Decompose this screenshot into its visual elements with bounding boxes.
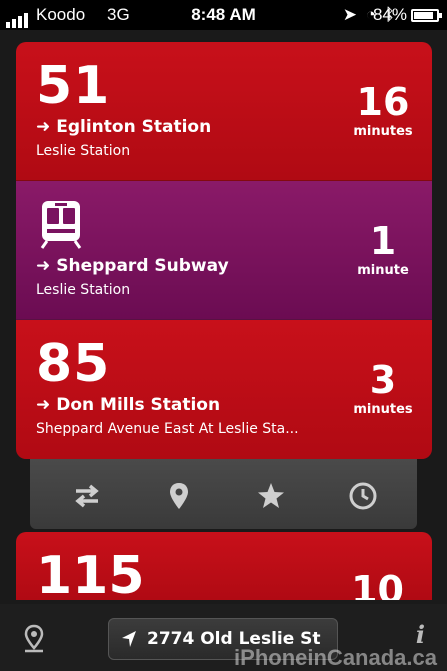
clock-icon[interactable] [348, 481, 378, 511]
route-number: 85 [36, 334, 111, 394]
eta: 16 minutes [348, 80, 418, 139]
location-arrow-icon: ➤ [342, 5, 358, 24]
prediction-card-subway[interactable]: ➜ Sheppard Subway Leslie Station 1 minute [16, 181, 432, 320]
map-pin-icon[interactable] [164, 481, 194, 511]
destination: ➜ Eglinton Station [36, 117, 211, 137]
destination-label: Sheppard Subway [56, 256, 229, 276]
prediction-list: 51 ➜ Eglinton Station Leslie Station 16 m… [16, 42, 432, 459]
location-arrow-icon [122, 631, 136, 647]
route-number: 51 [36, 56, 111, 116]
eta-value: 1 [369, 219, 397, 263]
arrow-right-icon: ➜ [36, 395, 51, 415]
stop-name: Leslie Station [36, 143, 131, 159]
destination-label: Eglinton Station [56, 117, 212, 137]
card-toolbar [30, 459, 417, 529]
eta-unit: minutes [353, 402, 413, 417]
subway-train-icon [40, 201, 82, 249]
eta: 1 minute [348, 219, 418, 278]
eta-value: 10 [351, 568, 404, 600]
star-icon[interactable] [256, 481, 286, 511]
eta-value: 16 [356, 80, 410, 124]
battery-percent: 84% [372, 5, 407, 24]
prediction-card-85[interactable]: 85 ➜ Don Mills Station Sheppard Avenue Ea… [16, 320, 432, 459]
eta-unit: minute [357, 263, 409, 278]
prediction-card-115[interactable]: 115 10 [16, 532, 432, 600]
location-pin-icon[interactable] [22, 624, 46, 654]
status-bar: Koodo 3G 8:48 AM ➤ ◔ ᛒ 84% [0, 0, 447, 30]
swap-direction-icon[interactable] [72, 481, 102, 511]
prediction-card-51[interactable]: 51 ➜ Eglinton Station Leslie Station 16 m… [16, 42, 432, 181]
eta: 3 minutes [348, 358, 418, 417]
eta-unit: minutes [353, 124, 413, 139]
arrow-right-icon: ➜ [36, 117, 51, 137]
destination-label: Don Mills Station [56, 395, 221, 415]
destination: ➜ Sheppard Subway [36, 256, 229, 276]
eta-value: 3 [369, 358, 397, 402]
stop-name: Leslie Station [36, 282, 131, 298]
battery-icon [411, 9, 442, 22]
arrow-right-icon: ➜ [36, 256, 51, 276]
destination: ➜ Don Mills Station [36, 395, 220, 415]
watermark: iPhoneinCanada.ca [234, 645, 437, 670]
stop-name: Sheppard Avenue East At Leslie Sta... [36, 421, 299, 437]
route-number: 115 [36, 546, 145, 600]
